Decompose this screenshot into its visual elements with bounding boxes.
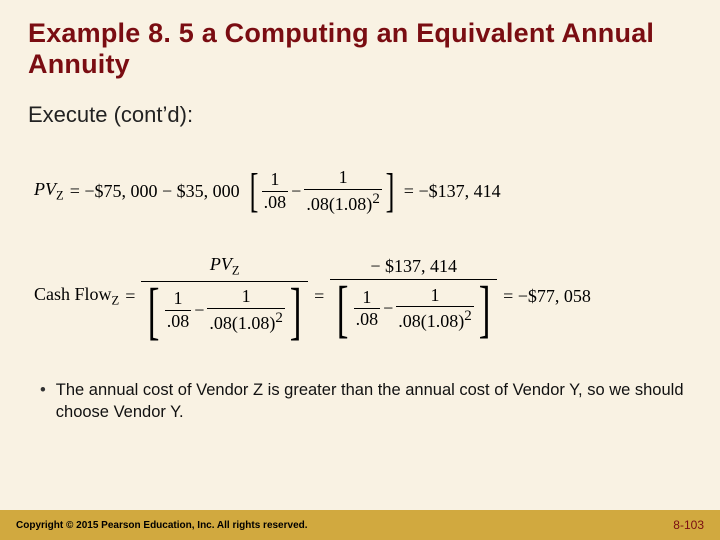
eq2-f1-den: .08: [165, 310, 192, 332]
eq1-bracket: [ 1 .08 − 1 .08(1.08)2 ]: [246, 168, 398, 215]
slide-number: 8-103: [673, 518, 704, 532]
eq1-lhs: PVZ: [34, 180, 64, 202]
eq2-bottom2: [ 1 .08 − 1 .08(1.08)2 ]: [330, 279, 497, 335]
eq2b-f1-num: 1: [360, 288, 373, 309]
eq1-frac2-den-exp: 2: [372, 191, 380, 207]
eq1-frac2-den-base: .08(1.08): [306, 194, 372, 214]
eq1-result: = −$137, 414: [404, 182, 501, 200]
eq2-label: Cash Flow: [34, 284, 112, 304]
eq1-frac1-den: .08: [262, 191, 289, 213]
eq2-equals2: =: [314, 287, 324, 305]
bullet-icon: •: [40, 379, 46, 424]
equation-pv: PVZ = −$75, 000 − $35, 000 [ 1 .08 − 1 .…: [34, 168, 692, 215]
eq2-top-sub: Z: [232, 263, 240, 277]
eq2-top1: PVZ: [208, 255, 242, 281]
copyright-text: Copyright © 2015 Pearson Education, Inc.…: [16, 520, 308, 531]
eq2-f2-den-base: .08(1.08): [209, 313, 275, 333]
bracket-right-icon: ]: [290, 285, 302, 336]
eq1-frac2-num: 1: [337, 168, 350, 189]
bracket-right-icon: ]: [385, 172, 394, 210]
eq1-frac1-num: 1: [268, 170, 281, 191]
footer-bar: Copyright © 2015 Pearson Education, Inc.…: [0, 510, 720, 540]
eq2-bottom1: [ 1 .08 − 1 .08(1.08)2 ]: [141, 281, 308, 337]
eq1-var: PV: [34, 179, 56, 199]
eq2-result: = −$77, 058: [503, 287, 591, 305]
slide: Example 8. 5 a Computing an Equivalent A…: [0, 0, 720, 540]
eq1-sub: Z: [56, 189, 64, 203]
slide-subhead: Execute (cont’d):: [28, 102, 692, 128]
bracket-left-icon: [: [148, 285, 160, 336]
bracket-left-icon: [: [249, 172, 258, 210]
eq2-sub: Z: [112, 293, 120, 307]
eq2b-f2-num: 1: [429, 286, 442, 307]
eq1-frac2: 1 .08(1.08)2: [304, 168, 382, 215]
bracket-left-icon: [: [337, 283, 349, 334]
eq1-pre: = −$75, 000 − $35, 000: [70, 182, 240, 200]
eq2b-f1-den: .08: [354, 308, 381, 330]
bullet-item: • The annual cost of Vendor Z is greater…: [28, 379, 692, 424]
eq2b-f2-den-base: .08(1.08): [398, 311, 464, 331]
eq2-minus2: −: [383, 299, 393, 319]
eq2b-f2-den-exp: 2: [464, 308, 472, 324]
eq1-minus: −: [291, 182, 301, 200]
eq2-equals1: =: [125, 287, 135, 305]
eq1-frac1: 1 .08: [262, 170, 289, 213]
eq2-lhs: Cash FlowZ: [34, 285, 119, 307]
eq2-minus1: −: [194, 301, 204, 321]
slide-title: Example 8. 5 a Computing an Equivalent A…: [28, 18, 692, 80]
eq2-top2: − $137, 414: [368, 257, 459, 280]
eq2-f2-den-exp: 2: [275, 310, 283, 326]
bullet-text: The annual cost of Vendor Z is greater t…: [56, 379, 684, 424]
eq2-f1-num: 1: [171, 289, 184, 310]
eq2-top-var: PV: [210, 254, 232, 274]
eq2-f2-num: 1: [240, 287, 253, 308]
eq2-bigfrac1: PVZ [ 1 .08 − 1 .08(1.08)2: [141, 255, 308, 337]
eq2-bigfrac2: − $137, 414 [ 1 .08 − 1 .08(1.08)2 ]: [330, 257, 497, 336]
equation-cashflow: Cash FlowZ = PVZ [ 1 .08 −: [34, 255, 692, 337]
eq1-frac2-den: .08(1.08)2: [304, 189, 382, 215]
bracket-right-icon: ]: [479, 283, 491, 334]
equations-block: PVZ = −$75, 000 − $35, 000 [ 1 .08 − 1 .…: [34, 168, 692, 337]
